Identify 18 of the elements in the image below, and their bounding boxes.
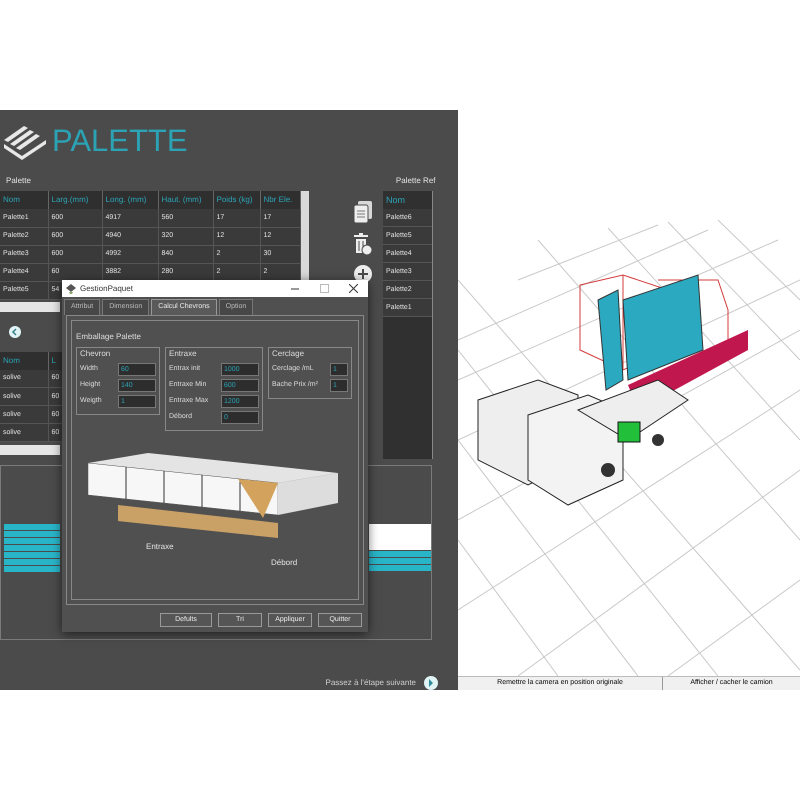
table-label: Palette bbox=[6, 175, 31, 188]
horizontal-scrollbar[interactable] bbox=[0, 445, 60, 456]
trash-icon[interactable] bbox=[354, 233, 372, 256]
dialog-title: GestionPaquet bbox=[80, 282, 133, 294]
app-icon bbox=[66, 284, 76, 294]
group-title: Cerclage bbox=[272, 348, 306, 360]
group-title: Emballage Palette bbox=[76, 332, 141, 341]
column-header: Nom bbox=[385, 194, 406, 207]
list-label: Palette Ref bbox=[396, 175, 436, 188]
app-title: PALETTE bbox=[52, 125, 188, 156]
diagram-label: Entraxe bbox=[146, 541, 174, 553]
copy-icon[interactable] bbox=[354, 201, 372, 224]
horizontal-scrollbar[interactable] bbox=[0, 302, 60, 312]
next-step-label: Passez à l'étape suivante bbox=[326, 677, 416, 689]
diagram-label: Débord bbox=[271, 557, 298, 569]
group-title: Chevron bbox=[80, 348, 112, 360]
close-icon[interactable] bbox=[349, 284, 358, 293]
group-title: Entraxe bbox=[169, 348, 198, 360]
